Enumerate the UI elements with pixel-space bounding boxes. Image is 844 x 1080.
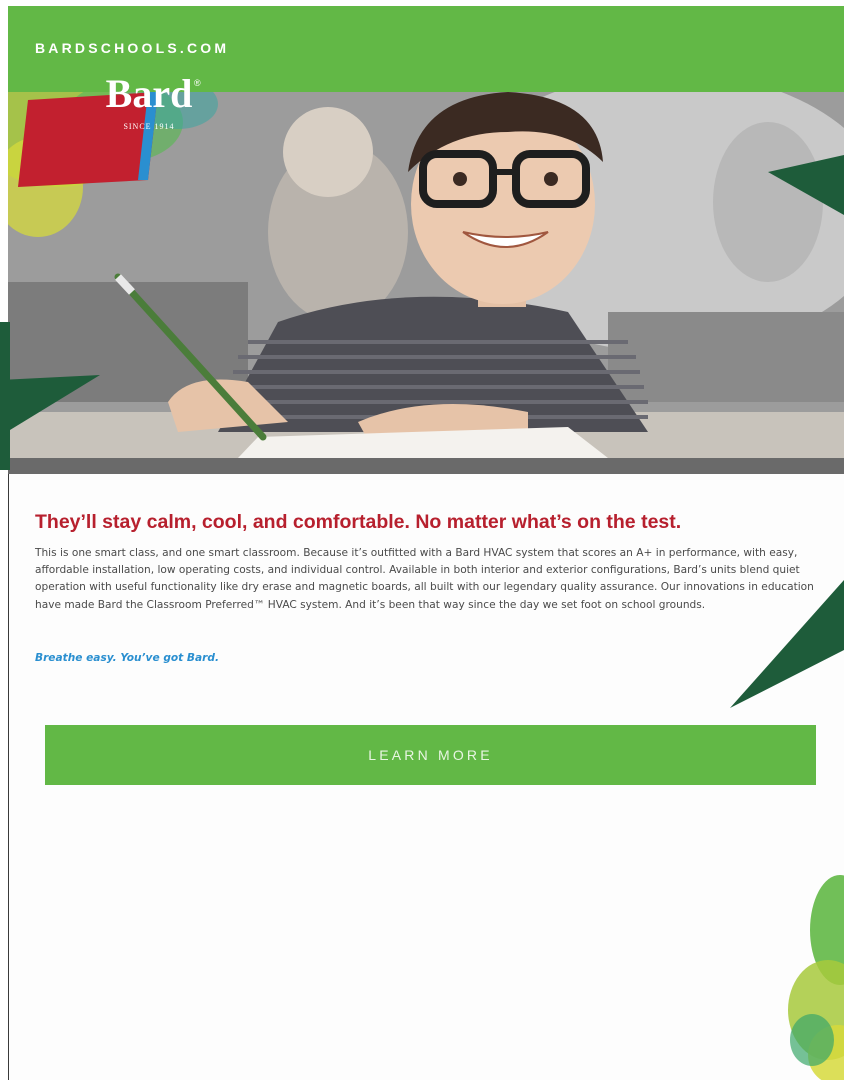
tagline: Breathe easy. You’ve got Bard.	[35, 652, 219, 664]
bard-logo-since: SINCE 1914	[123, 122, 175, 131]
site-url-link[interactable]: BARDSCHOOLS.COM	[35, 40, 229, 56]
learn-more-button[interactable]: LEARN MORE	[45, 725, 816, 785]
hero-image	[8, 92, 844, 458]
body-paragraph: This is one smart class, and one smart c…	[35, 547, 814, 611]
headline: They’ll stay calm, cool, and comfortable…	[35, 511, 682, 533]
bard-logo-registered: ®	[194, 78, 201, 88]
hero-bottom-band	[8, 458, 844, 474]
